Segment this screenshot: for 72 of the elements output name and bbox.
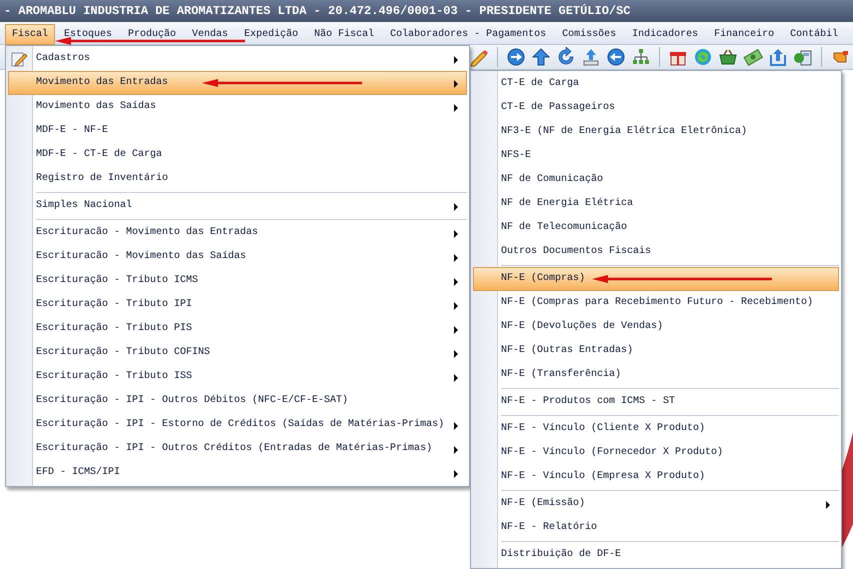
menu-item[interactable]: NFS-E bbox=[473, 144, 839, 168]
upload-icon[interactable] bbox=[768, 47, 788, 67]
menu-item[interactable]: NF-E (Compras para Recebimento Futuro - Recebimento) bbox=[473, 291, 839, 315]
submenu-arrow-icon bbox=[454, 230, 458, 238]
menu-item[interactable]: NF-E - Relatório bbox=[473, 516, 839, 540]
menu-item[interactable]: NF-E (Transferência) bbox=[473, 363, 839, 387]
menu-item[interactable]: Escrituracão - Movimento das Saídas bbox=[8, 245, 467, 269]
submenu-arrow-icon bbox=[454, 302, 458, 310]
submenu-arrow-icon bbox=[454, 278, 458, 286]
menu-item[interactable]: CT-E de Carga bbox=[473, 72, 839, 96]
menu-item[interactable]: Simples Nacional bbox=[8, 194, 467, 218]
menu-item[interactable]: Escrituração - IPI - Outros Débitos (NFC-E/CF-E-SAT) bbox=[8, 389, 467, 413]
menu-item[interactable]: MDF-E - NF-E bbox=[8, 119, 467, 143]
menu-item[interactable]: NF-E (Outras Entradas) bbox=[473, 339, 839, 363]
menu-item[interactable]: NF-E - Produtos com ICMS - ST bbox=[473, 390, 839, 414]
menu-item[interactable]: NF-E (Emissão) bbox=[473, 492, 839, 516]
menu-bar-item[interactable]: Vendas bbox=[185, 24, 236, 45]
sitemap-icon[interactable] bbox=[631, 47, 651, 67]
submenu-arrow-icon bbox=[454, 470, 458, 478]
submenu-arrow-icon bbox=[454, 422, 458, 430]
submenu-arrow-icon bbox=[454, 104, 458, 112]
pencil-paper-icon bbox=[10, 50, 28, 68]
menu-item[interactable]: NF-E - Vínculo (Cliente X Produto) bbox=[473, 417, 839, 441]
menu-item[interactable]: Escrituração - IPI - Estorno de Créditos (Saídas de Matérias-Primas) bbox=[8, 413, 467, 437]
menu-item[interactable]: NF-E (Compras) bbox=[473, 267, 839, 291]
menu-item[interactable]: NF-E - Vínculo (Fornecedor X Produto) bbox=[473, 441, 839, 465]
menu-item[interactable]: NF de Telecomunicação bbox=[473, 216, 839, 240]
menu-bar-item[interactable]: Fiscal bbox=[5, 24, 56, 45]
menu-bar-item[interactable]: Financeiro bbox=[707, 24, 782, 45]
upload-icon[interactable] bbox=[581, 47, 601, 67]
window-title: - AROMABLU INDUSTRIA DE AROMATIZANTES LTDA - 20.472.496/0001-03 - PRESIDENTE GETÚLIO/SC bbox=[0, 0, 853, 22]
menu-item[interactable]: Escrituração - Tributo COFINS bbox=[8, 341, 467, 365]
menu-item[interactable]: Escrituração - Tributo ISS bbox=[8, 365, 467, 389]
menu-bar-item[interactable]: Expedição bbox=[237, 24, 306, 45]
menu-item[interactable]: CT-E de Passageiros bbox=[473, 96, 839, 120]
menu-item[interactable]: MDF-E - CT-E de Carga bbox=[8, 143, 467, 167]
menu-item[interactable]: NF-E (Devoluções de Vendas) bbox=[473, 315, 839, 339]
menu-bar-item[interactable]: Indicadores bbox=[625, 24, 706, 45]
submenu-arrow-icon bbox=[454, 446, 458, 454]
menu-bar-item[interactable]: Estoques bbox=[57, 24, 120, 45]
submenu-arrow-icon bbox=[454, 326, 458, 334]
submenu-arrow-icon bbox=[826, 501, 830, 509]
menu-item[interactable]: Movimento das Entradas bbox=[8, 71, 467, 95]
menu-item[interactable]: Outros Documentos Fiscais bbox=[473, 240, 839, 264]
submenu-arrow-icon bbox=[454, 80, 458, 88]
menu-item[interactable]: Escrituração - Tributo PIS bbox=[8, 317, 467, 341]
menu-item[interactable]: EFD - ICMS/IPI bbox=[8, 461, 467, 485]
pencil-icon[interactable] bbox=[469, 47, 489, 67]
menu-item[interactable]: Escrituração - Tributo ICMS bbox=[8, 269, 467, 293]
menu-item[interactable]: NF de Energia Elétrica bbox=[473, 192, 839, 216]
basket-icon[interactable] bbox=[718, 47, 738, 67]
menu-item[interactable]: Distribuição de DF-E bbox=[473, 543, 839, 567]
menu-bar-item[interactable]: Não Fiscal bbox=[307, 24, 382, 45]
menu-item[interactable]: Registro de Inventário bbox=[8, 167, 467, 191]
submenu-arrow-icon bbox=[454, 350, 458, 358]
menu-item[interactable]: Movimento das Saídas bbox=[8, 95, 467, 119]
up-arrow-icon[interactable] bbox=[531, 47, 551, 67]
submenu-arrow-icon bbox=[454, 374, 458, 382]
menu-item[interactable]: Escrituração - IPI - Outros Créditos (Entradas de Matérias-Primas) bbox=[8, 437, 467, 461]
menu-bar-item[interactable]: Comissões bbox=[555, 24, 624, 45]
menu-item[interactable]: NF de Comunicação bbox=[473, 168, 839, 192]
menu-bar-item[interactable]: Contábil bbox=[783, 24, 846, 45]
menu-bar-item[interactable]: Produção bbox=[121, 24, 184, 45]
menu-bar-item[interactable]: Colaboradores - Pagamentos bbox=[383, 24, 554, 45]
menu-item[interactable]: NF3-E (NF de Energia Elétrica Eletrônica) bbox=[473, 120, 839, 144]
refresh-icon[interactable] bbox=[556, 47, 576, 67]
menu-item[interactable]: Escrituração - Tributo IPI bbox=[8, 293, 467, 317]
submenu-arrow-icon bbox=[454, 203, 458, 211]
menu-item[interactable]: Escrituracão - Movimento das Entradas bbox=[8, 221, 467, 245]
submenu-arrow-icon bbox=[454, 56, 458, 64]
submenu-arrow-icon bbox=[454, 254, 458, 262]
menu-item[interactable]: NF-E - Vínculo (Empresa X Produto) bbox=[473, 465, 839, 489]
